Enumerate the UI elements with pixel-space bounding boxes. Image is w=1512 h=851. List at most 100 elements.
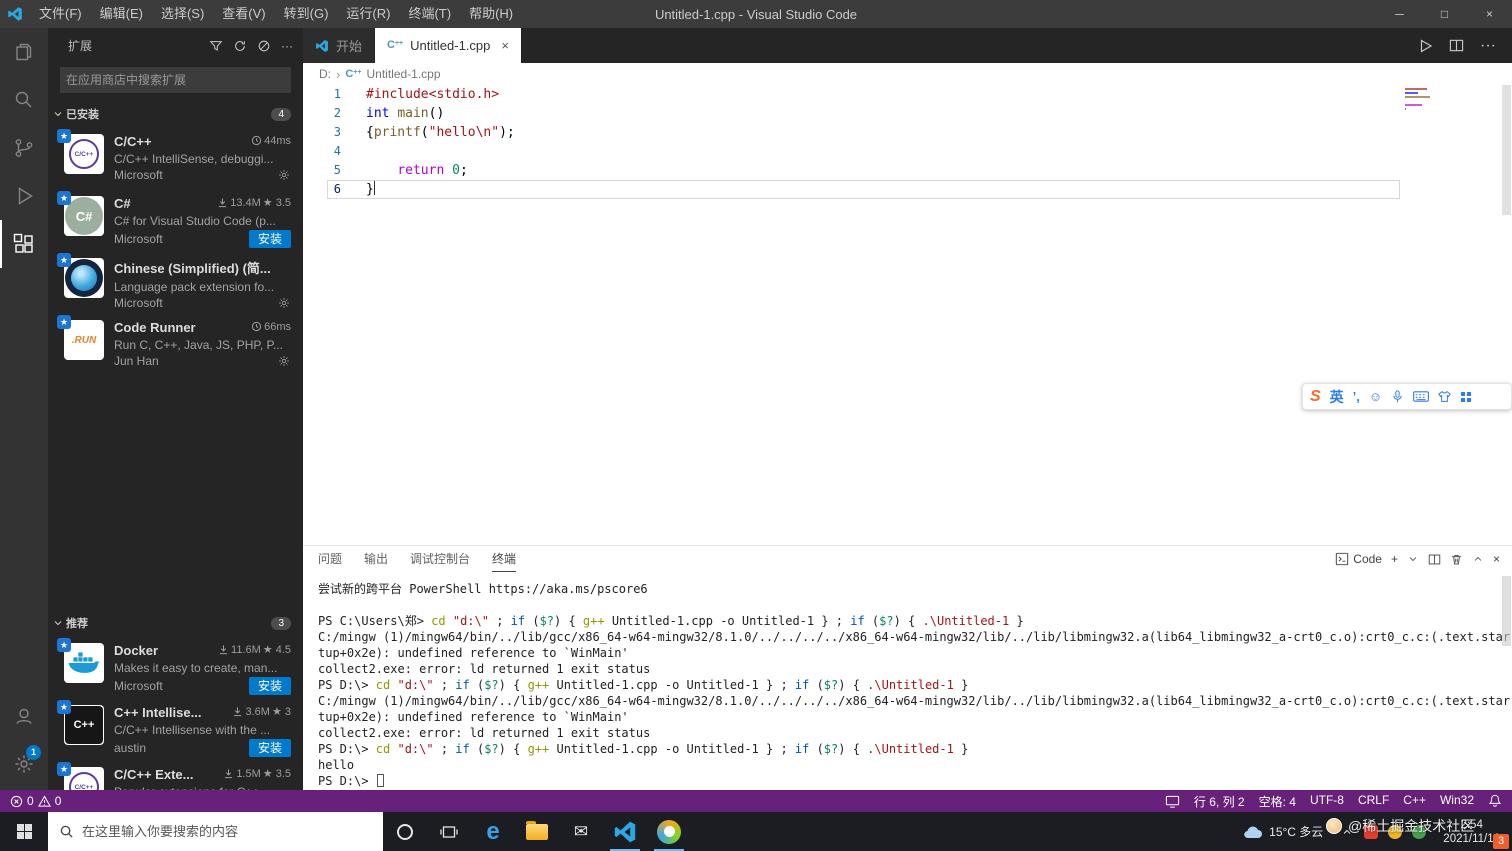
extension-item[interactable]: C# ★ C# 13.4M ★ 3.5 C# for Visual Studio Cod…	[48, 187, 303, 249]
close-panel-icon[interactable]: ×	[1493, 552, 1500, 566]
activity-run-debug-icon[interactable]	[0, 172, 48, 220]
extension-footer-row: Microsoft 安装	[114, 230, 291, 248]
tab-untitled-1cpp[interactable]: C++ Untitled-1.cpp ×	[375, 28, 522, 63]
tray-icon-red[interactable]	[1359, 824, 1383, 839]
section-header[interactable]: 推荐 3	[48, 612, 303, 634]
section-header[interactable]: 已安装 4	[48, 103, 303, 125]
menu-e[interactable]: 编辑(E)	[91, 0, 152, 28]
mail-button[interactable]: ✉	[559, 812, 603, 851]
panel-tab-调试控制台[interactable]: 调试控制台	[410, 546, 470, 572]
menu-s[interactable]: 选择(S)	[152, 0, 213, 28]
install-button[interactable]: 安装	[248, 230, 291, 248]
minimap-line	[1405, 92, 1418, 94]
weather-widget[interactable]: 15°C 多云	[1231, 823, 1335, 840]
manage-gear-icon[interactable]	[277, 168, 291, 182]
refresh-icon[interactable]	[233, 39, 247, 53]
chevron-down-icon[interactable]	[1407, 553, 1419, 565]
recorder-app-button[interactable]	[647, 812, 691, 851]
split-editor-icon[interactable]	[1449, 38, 1464, 53]
extensions-search-input[interactable]	[66, 73, 285, 87]
install-button[interactable]: 安装	[248, 677, 291, 695]
kill-terminal-icon[interactable]	[1450, 553, 1463, 566]
problems-status[interactable]: 0 0	[10, 794, 61, 808]
filter-icon[interactable]	[209, 39, 223, 53]
minimap[interactable]	[1405, 88, 1495, 112]
terminal-line: collect2.exe: error: ld returned 1 exit …	[318, 662, 651, 676]
tray-icon-gold[interactable]	[1383, 824, 1407, 839]
taskbar-search[interactable]	[48, 812, 383, 851]
tray-expand-button[interactable]	[1335, 826, 1359, 838]
skin-icon[interactable]	[1438, 390, 1452, 403]
menu-t[interactable]: 终端(T)	[399, 0, 460, 28]
status-eol[interactable]: CRLF	[1358, 793, 1389, 810]
menu-g[interactable]: 转到(G)	[275, 0, 338, 28]
editor-scrollbar[interactable]	[1502, 85, 1511, 215]
activity-explorer-icon[interactable]	[0, 28, 48, 76]
maximize-button[interactable]: □	[1422, 0, 1467, 28]
panel-tab-终端[interactable]: 终端	[492, 546, 517, 572]
taskbar-search-input[interactable]	[82, 824, 372, 839]
extension-item[interactable]: C++ ★ C++ Intellise... 3.6M ★ 3 C/C++ Intell…	[48, 696, 303, 758]
activity-source-control-icon[interactable]	[0, 124, 48, 172]
more-actions-icon[interactable]: ···	[281, 39, 293, 53]
panel-tab-输出[interactable]: 输出	[364, 546, 388, 572]
ime-language-mode[interactable]: 英	[1330, 387, 1344, 407]
code-area[interactable]: 1 #include<stdio.h> 2 int main() 3 {printf("h…	[303, 85, 1512, 545]
extension-item[interactable]: C/C++ ★ C/C++ 44ms C/C++ IntelliSense, debu…	[48, 125, 303, 187]
menu-v[interactable]: 查看(V)	[213, 0, 274, 28]
file-explorer-button[interactable]	[515, 812, 559, 851]
menu-h[interactable]: 帮助(H)	[460, 0, 522, 28]
manage-gear-icon[interactable]	[277, 354, 291, 368]
star-badge-icon: ★	[57, 315, 71, 329]
menu-f[interactable]: 文件(F)	[30, 0, 91, 28]
tab-[interactable]: 开始	[303, 28, 376, 63]
notification-badge[interactable]: 3	[1493, 834, 1509, 849]
sogou-logo-icon[interactable]: S	[1310, 388, 1321, 406]
start-button[interactable]	[0, 812, 48, 851]
toolbox-grid-icon[interactable]	[1460, 391, 1472, 403]
terminal-picker[interactable]: Code	[1335, 552, 1382, 566]
clear-icon[interactable]	[257, 39, 271, 53]
breadcrumb-drive[interactable]: D:	[319, 67, 331, 81]
edge-button[interactable]: e	[471, 812, 515, 851]
status-indentation[interactable]: 空格: 4	[1259, 793, 1296, 810]
status-cursor-position[interactable]: 行 6, 列 2	[1194, 793, 1245, 810]
tab-close-icon[interactable]: ×	[501, 38, 509, 53]
task-view-button[interactable]	[427, 812, 471, 851]
split-terminal-icon[interactable]	[1428, 553, 1441, 566]
minimize-button[interactable]: ─	[1377, 0, 1422, 28]
extension-item[interactable]: .RUN ★ Code Runner 66ms Run C, C++, Java, J…	[48, 311, 303, 373]
panel-tab-问题[interactable]: 问题	[318, 546, 342, 572]
more-editor-actions-icon[interactable]: ···	[1480, 37, 1496, 55]
cortana-button[interactable]	[383, 812, 427, 851]
settings-gear-icon[interactable]: 1	[0, 740, 48, 788]
status-platform[interactable]: Win32	[1440, 793, 1474, 810]
terminal-content[interactable]: 尝试新的跨平台 PowerShell https://aka.ms/pscore…	[303, 572, 1512, 789]
phrase-icon[interactable]: ’,	[1353, 389, 1360, 404]
status-language-mode[interactable]: C++	[1403, 793, 1426, 810]
install-button[interactable]: 安装	[248, 739, 291, 757]
panel-scrollbar[interactable]	[1502, 576, 1511, 646]
run-button-icon[interactable]	[1417, 38, 1433, 54]
notifications-bell-icon[interactable]	[1488, 794, 1502, 808]
activity-search-icon[interactable]	[0, 76, 48, 124]
extension-item[interactable]: ★ Chinese (Simplified) (简... Language pack…	[48, 249, 303, 311]
activity-extensions-icon[interactable]	[0, 220, 48, 268]
extension-item[interactable]: C/C++★C/C++ Exte...1.5M ★ 3.5Popular ext…	[48, 758, 303, 790]
tray-icon-green[interactable]	[1407, 824, 1431, 839]
manage-gear-icon[interactable]	[277, 296, 291, 310]
menu-r[interactable]: 运行(R)	[337, 0, 399, 28]
breadcrumb-file[interactable]: Untitled-1.cpp	[366, 67, 440, 81]
status-encoding[interactable]: UTF-8	[1310, 793, 1344, 810]
tab-bar-tabs: 开始 C++ Untitled-1.cpp ×	[303, 28, 522, 63]
accounts-icon[interactable]	[0, 692, 48, 740]
microphone-icon[interactable]	[1391, 390, 1404, 403]
keyboard-icon[interactable]	[1413, 391, 1430, 402]
new-terminal-icon[interactable]: +	[1391, 552, 1398, 566]
extension-item[interactable]: ★ Docker 11.6M ★ 4.5 Makes it easy to creat…	[48, 634, 303, 696]
close-button[interactable]: ×	[1467, 0, 1512, 28]
screencast-monitor-icon[interactable]	[1165, 794, 1180, 809]
emoji-icon[interactable]: ☺	[1369, 389, 1382, 404]
vscode-taskbar-button[interactable]	[603, 812, 647, 851]
maximize-panel-icon[interactable]	[1472, 553, 1484, 565]
